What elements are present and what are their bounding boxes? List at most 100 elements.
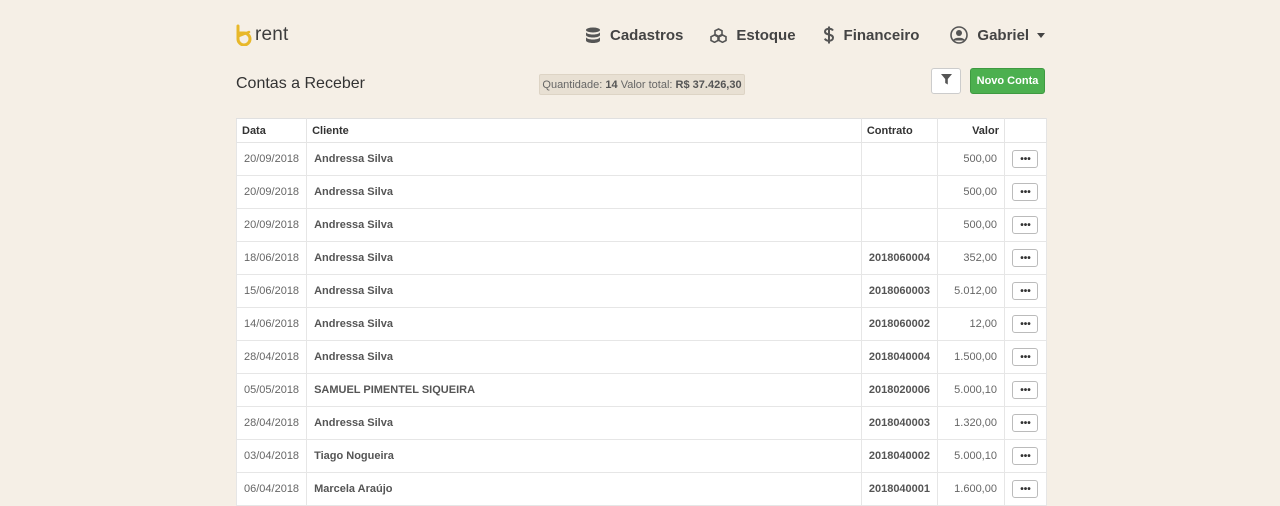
- cell-value: 5.012,00: [937, 274, 1005, 308]
- cell-date: 28/04/2018: [235, 406, 308, 440]
- cell-value: 352,00: [937, 241, 1005, 275]
- cell-value: 12,00: [937, 307, 1005, 341]
- table-row[interactable]: 05/05/2018 SAMUEL PIMENTEL SIQUEIRA 201802…: [235, 373, 1048, 407]
- cell-value: 500,00: [937, 175, 1005, 209]
- cell-date: 28/04/2018: [235, 340, 308, 374]
- cell-contract: 2018060002: [860, 307, 939, 341]
- new-account-button[interactable]: Novo Conta: [970, 68, 1045, 94]
- cell-actions: •••: [1003, 439, 1048, 473]
- cell-actions: •••: [1003, 208, 1048, 242]
- table-row[interactable]: 18/06/2018 Andressa Silva 2018060004 352,00…: [235, 241, 1048, 275]
- nav-user-menu[interactable]: Gabriel: [950, 26, 1046, 44]
- column-header-value[interactable]: Valor: [937, 118, 1005, 143]
- filter-icon: [940, 72, 952, 90]
- table-row[interactable]: 14/06/2018 Andressa Silva 2018060002 12,00 •…: [235, 307, 1048, 341]
- column-header-contract[interactable]: Contrato: [860, 118, 939, 143]
- column-header-date[interactable]: Data: [235, 118, 308, 143]
- table-row[interactable]: 15/06/2018 Andressa Silva 2018060003 5.012,…: [235, 274, 1048, 308]
- table-row[interactable]: 03/04/2018 Tiago Nogueira 2018040002 5.000,…: [235, 439, 1048, 473]
- nav-user-label: Gabriel: [977, 26, 1030, 44]
- nav-cadastros[interactable]: Cadastros: [585, 27, 683, 44]
- cell-actions: •••: [1003, 241, 1048, 275]
- cell-contract: 2018060004: [860, 241, 939, 275]
- table-row[interactable]: 20/09/2018 Andressa Silva 500,00 •••: [235, 208, 1048, 242]
- cell-client: Andressa Silva: [306, 175, 862, 209]
- cell-actions: •••: [1003, 142, 1048, 176]
- top-navbar: rent Cadastros Estoque Financeiro Gabrie…: [236, 0, 1047, 74]
- table-body: 20/09/2018 Andressa Silva 500,00 ••• 20/09/2…: [235, 142, 1048, 506]
- main-nav: Cadastros Estoque Financeiro Gabriel: [585, 26, 1046, 44]
- dollar-icon: [823, 26, 835, 44]
- receivables-table: Data Cliente Contrato Valor 20/09/2018 An…: [235, 118, 1048, 506]
- table-row[interactable]: 20/09/2018 Andressa Silva 500,00 •••: [235, 142, 1048, 176]
- cell-date: 20/09/2018: [235, 208, 308, 242]
- summary-badge: Quantidade: 14 Valor total: R$ 37.426,30: [539, 74, 745, 95]
- cell-actions: •••: [1003, 373, 1048, 407]
- cell-date: 20/09/2018: [235, 175, 308, 209]
- cubes-icon: [710, 27, 728, 43]
- cell-value: 1.320,00: [937, 406, 1005, 440]
- row-more-button[interactable]: •••: [1012, 381, 1039, 399]
- logo-mark-icon: [236, 24, 252, 47]
- database-icon: [585, 27, 601, 44]
- summary-qty-value: 14: [605, 78, 618, 91]
- row-more-button[interactable]: •••: [1012, 183, 1039, 201]
- cell-value: 500,00: [937, 142, 1005, 176]
- cell-contract: [860, 208, 939, 242]
- cell-date: 06/04/2018: [235, 472, 308, 506]
- logo-text: rent: [255, 24, 289, 45]
- column-header-actions: [1003, 118, 1048, 143]
- cell-date: 03/04/2018: [235, 439, 308, 473]
- cell-client: Andressa Silva: [306, 208, 862, 242]
- row-more-button[interactable]: •••: [1012, 249, 1039, 267]
- logo[interactable]: rent: [236, 24, 289, 47]
- cell-value: 1.500,00: [937, 340, 1005, 374]
- cell-date: 05/05/2018: [235, 373, 308, 407]
- cell-actions: •••: [1003, 307, 1048, 341]
- cell-value: 500,00: [937, 208, 1005, 242]
- cell-contract: 2018060003: [860, 274, 939, 308]
- row-more-button[interactable]: •••: [1012, 414, 1039, 432]
- page-header: Contas a Receber Quantidade: 14 Valor to…: [236, 68, 1047, 118]
- cell-client: SAMUEL PIMENTEL SIQUEIRA: [306, 373, 862, 407]
- nav-estoque[interactable]: Estoque: [710, 26, 796, 44]
- table-row[interactable]: 20/09/2018 Andressa Silva 500,00 •••: [235, 175, 1048, 209]
- cell-client: Andressa Silva: [306, 307, 862, 341]
- cell-client: Tiago Nogueira: [306, 439, 862, 473]
- cell-actions: •••: [1003, 274, 1048, 308]
- row-more-button[interactable]: •••: [1012, 480, 1039, 498]
- row-more-button[interactable]: •••: [1012, 216, 1039, 234]
- row-more-button[interactable]: •••: [1012, 447, 1039, 465]
- cell-value: 5.000,10: [937, 439, 1005, 473]
- row-more-button[interactable]: •••: [1012, 348, 1039, 366]
- cell-actions: •••: [1003, 472, 1048, 506]
- cell-contract: 2018040002: [860, 439, 939, 473]
- cell-contract: [860, 175, 939, 209]
- nav-financeiro[interactable]: Financeiro: [823, 26, 920, 44]
- summary-total-label: Valor total:: [620, 78, 673, 91]
- table-row[interactable]: 28/04/2018 Andressa Silva 2018040004 1.500,…: [235, 340, 1048, 374]
- row-more-button[interactable]: •••: [1012, 315, 1039, 333]
- cell-contract: 2018040003: [860, 406, 939, 440]
- cell-date: 18/06/2018: [235, 241, 308, 275]
- nav-financeiro-label: Financeiro: [843, 26, 920, 44]
- row-more-button[interactable]: •••: [1012, 150, 1039, 168]
- cell-contract: 2018020006: [860, 373, 939, 407]
- page-container: rent Cadastros Estoque Financeiro Gabrie…: [235, 0, 1048, 506]
- cell-actions: •••: [1003, 175, 1048, 209]
- nav-estoque-label: Estoque: [736, 26, 796, 44]
- cell-contract: 2018040004: [860, 340, 939, 374]
- page-title: Contas a Receber: [236, 75, 365, 92]
- table-row[interactable]: 28/04/2018 Andressa Silva 2018040003 1.320,…: [235, 406, 1048, 440]
- user-circle-icon: [950, 26, 969, 44]
- cell-actions: •••: [1003, 406, 1048, 440]
- filter-button[interactable]: [931, 68, 961, 94]
- table-row[interactable]: 06/04/2018 Marcela Araújo 2018040001 1.600,…: [235, 472, 1048, 506]
- column-header-client[interactable]: Cliente: [306, 118, 862, 143]
- cell-contract: [860, 142, 939, 176]
- cell-date: 14/06/2018: [235, 307, 308, 341]
- cell-value: 5.000,10: [937, 373, 1005, 407]
- cell-client: Marcela Araújo: [306, 472, 862, 506]
- cell-client: Andressa Silva: [306, 406, 862, 440]
- row-more-button[interactable]: •••: [1012, 282, 1039, 300]
